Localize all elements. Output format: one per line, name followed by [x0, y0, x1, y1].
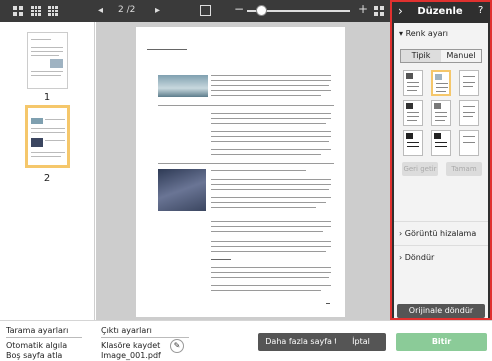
edit-pencil-icon[interactable]: ✎ [170, 339, 184, 353]
previous-page-button[interactable]: ◂ [98, 5, 103, 17]
page-image-middle [158, 169, 206, 211]
help-icon[interactable]: ? [478, 5, 483, 16]
finish-button[interactable]: Bitir [396, 333, 487, 351]
image-alignment-label: Görüntü hizalama [404, 229, 477, 238]
next-page-button[interactable]: ▸ [155, 5, 160, 17]
thumbnail-pane: 1 2 [0, 22, 95, 320]
output-setting-value: Klasöre kaydet [101, 341, 161, 350]
multi-view-icon[interactable] [48, 6, 58, 16]
image-alignment-section[interactable]: › Görüntü hizalama [394, 221, 488, 243]
edit-panel-title: Düzenle [417, 6, 463, 17]
collapse-panel-button[interactable]: › [398, 4, 403, 18]
scan-setting-value: Otomatik algıla [6, 341, 68, 350]
grid-view-icon[interactable] [13, 6, 23, 16]
color-settings-header[interactable]: ▾ Renk ayarı [399, 29, 448, 38]
scan-setting-value: Boş sayfa atla [6, 351, 63, 360]
rotate-section[interactable]: › Döndür [394, 245, 488, 267]
thumbnail-page-2[interactable] [25, 105, 70, 168]
output-settings[interactable]: Çıktı ayarları [101, 326, 152, 336]
page-indicator: 2 /2 [118, 5, 136, 15]
color-preset-swatch[interactable] [431, 100, 451, 126]
color-preset-swatch[interactable] [431, 70, 451, 96]
color-preset-swatch[interactable] [431, 130, 451, 156]
color-preset-swatch[interactable] [459, 100, 479, 126]
edit-panel-header: › Düzenle ? [392, 2, 490, 22]
cancel-button[interactable]: İptal [336, 333, 386, 351]
apply-button[interactable]: Tamam [446, 162, 482, 176]
thumbnail-page-1[interactable] [27, 32, 68, 89]
color-settings-label: Renk ayarı [405, 29, 448, 38]
thumbnail-number: 1 [43, 92, 51, 103]
thumbnail-view-icon[interactable] [31, 6, 41, 16]
page-image-top [158, 75, 208, 97]
color-preset-swatch[interactable] [459, 70, 479, 96]
zoom-slider-knob[interactable] [256, 5, 267, 16]
edit-panel-body: ▾ Renk ayarı Tipik Manuel Geri getir Tam… [394, 23, 488, 318]
document-page [136, 27, 345, 317]
color-preset-swatch[interactable] [403, 130, 423, 156]
output-settings-label: Çıktı ayarları [101, 326, 152, 335]
scan-settings-label: Tarama ayarları [6, 326, 69, 335]
tab-manual[interactable]: Manuel [441, 50, 481, 62]
color-mode-tabs: Tipik Manuel [400, 49, 482, 63]
fit-page-icon[interactable] [200, 5, 211, 16]
undo-button[interactable]: Geri getir [402, 162, 438, 176]
tab-typical[interactable]: Tipik [401, 50, 441, 62]
color-preset-swatch[interactable] [459, 130, 479, 156]
edit-panel: › Düzenle ? ▾ Renk ayarı Tipik Manuel Ge… [390, 0, 492, 320]
reset-to-original-button[interactable]: Orijinale döndür [397, 304, 485, 318]
color-preset-swatch[interactable] [403, 100, 423, 126]
layout-icon[interactable] [374, 6, 384, 16]
color-preset-swatch[interactable] [403, 70, 423, 96]
rotate-label: Döndür [404, 253, 435, 262]
scan-settings[interactable]: Tarama ayarları [6, 326, 68, 336]
output-setting-value: Image_001.pdf [101, 351, 161, 360]
zoom-out-button[interactable]: − [234, 3, 244, 15]
zoom-in-button[interactable]: + [358, 3, 368, 15]
document-viewer[interactable] [96, 22, 390, 320]
viewer-toolbar: ◂ 2 /2 ▸ − + [0, 0, 390, 22]
thumbnail-number: 2 [43, 173, 51, 184]
